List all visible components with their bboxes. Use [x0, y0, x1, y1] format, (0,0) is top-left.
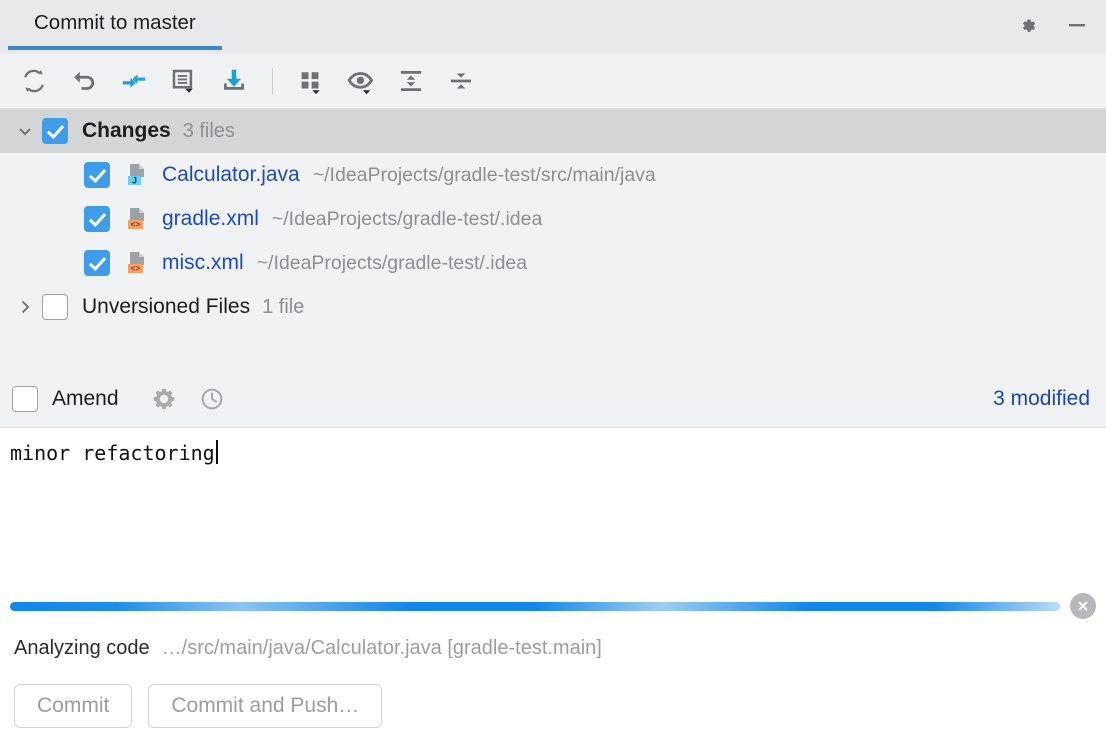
tree-node-changes[interactable]: Changes 3 files	[0, 109, 1106, 153]
cancel-icon[interactable]	[1070, 593, 1096, 619]
show-diff-icon[interactable]	[112, 59, 156, 103]
svg-text:<>: <>	[131, 219, 141, 229]
gear-icon[interactable]	[1014, 10, 1044, 40]
progress-bar	[10, 602, 1060, 611]
changes-tree[interactable]: Changes 3 files J Calculator.java ~/Idea…	[0, 109, 1106, 371]
commit-message-input[interactable]: minor refactoring	[0, 427, 1106, 586]
expand-all-icon[interactable]	[389, 59, 433, 103]
chevron-down-icon[interactable]	[8, 121, 42, 141]
unversioned-group-count: 1 file	[262, 296, 304, 319]
amend-icons	[149, 384, 227, 414]
amend-checkbox[interactable]	[12, 386, 38, 412]
clock-history-icon[interactable]	[197, 384, 227, 414]
changes-group-checkbox[interactable]	[42, 118, 68, 144]
file-checkbox-misc-xml[interactable]	[84, 250, 110, 276]
commit-button[interactable]: Commit	[14, 684, 132, 728]
changes-toolbar	[0, 54, 1106, 109]
gear-icon[interactable]	[149, 384, 179, 414]
svg-text:J: J	[132, 175, 137, 185]
collapse-all-icon[interactable]	[439, 59, 483, 103]
tree-node-unversioned-files[interactable]: Unversioned Files 1 file	[0, 285, 1106, 329]
modified-count-label: 3 modified	[993, 387, 1090, 411]
action-buttons: Commit Commit and Push…	[0, 670, 1106, 742]
commit-message-history-icon[interactable]	[162, 59, 206, 103]
preview-diff-icon[interactable]	[339, 59, 383, 103]
changes-group-count: 3 files	[183, 120, 235, 143]
commit-and-push-button[interactable]: Commit and Push…	[148, 684, 382, 728]
file-name-link[interactable]: Calculator.java	[162, 163, 300, 187]
titlebar: Commit to master	[0, 0, 1106, 54]
java-file-icon: J	[124, 162, 150, 188]
tab-label: Commit to master	[34, 11, 196, 35]
progress-bar-area	[0, 586, 1106, 626]
tree-row-file[interactable]: J Calculator.java ~/IdeaProjects/gradle-…	[0, 153, 1106, 197]
refresh-changes-icon[interactable]	[12, 59, 56, 103]
commit-tool-window: Commit to master	[0, 0, 1106, 742]
svg-text:<>: <>	[131, 263, 141, 273]
changes-group-label: Changes	[82, 119, 171, 143]
xml-file-icon: <>	[124, 250, 150, 276]
file-checkbox-calculator-java[interactable]	[84, 162, 110, 188]
amend-bar: Amend 3 modified	[0, 371, 1106, 427]
update-project-icon[interactable]	[212, 59, 256, 103]
file-checkbox-gradle-xml[interactable]	[84, 206, 110, 232]
file-path-label: ~/IdeaProjects/gradle-test/.idea	[272, 208, 542, 231]
status-detail-label: …/src/main/java/Calculator.java [gradle-…	[162, 637, 602, 660]
minimize-icon[interactable]	[1062, 10, 1092, 40]
file-name-link[interactable]: gradle.xml	[162, 207, 259, 231]
titlebar-actions	[1014, 10, 1092, 40]
text-caret	[216, 440, 218, 464]
commit-message-text: minor refactoring	[10, 440, 215, 466]
group-by-icon[interactable]	[289, 59, 333, 103]
status-row: Analyzing code …/src/main/java/Calculato…	[0, 626, 1106, 670]
tree-row-file[interactable]: <> misc.xml ~/IdeaProjects/gradle-test/.…	[0, 241, 1106, 285]
amend-label: Amend	[52, 387, 119, 411]
xml-file-icon: <>	[124, 206, 150, 232]
file-path-label: ~/IdeaProjects/gradle-test/src/main/java	[313, 164, 656, 187]
unversioned-group-checkbox[interactable]	[42, 294, 68, 320]
chevron-right-icon[interactable]	[8, 297, 42, 317]
status-main-label: Analyzing code	[14, 637, 150, 660]
toolbar-separator	[272, 68, 273, 94]
file-path-label: ~/IdeaProjects/gradle-test/.idea	[257, 252, 527, 275]
tab-commit-to-master[interactable]: Commit to master	[8, 0, 222, 50]
rollback-icon[interactable]	[62, 59, 106, 103]
tree-row-file[interactable]: <> gradle.xml ~/IdeaProjects/gradle-test…	[0, 197, 1106, 241]
unversioned-group-label: Unversioned Files	[82, 295, 250, 319]
file-name-link[interactable]: misc.xml	[162, 251, 244, 275]
